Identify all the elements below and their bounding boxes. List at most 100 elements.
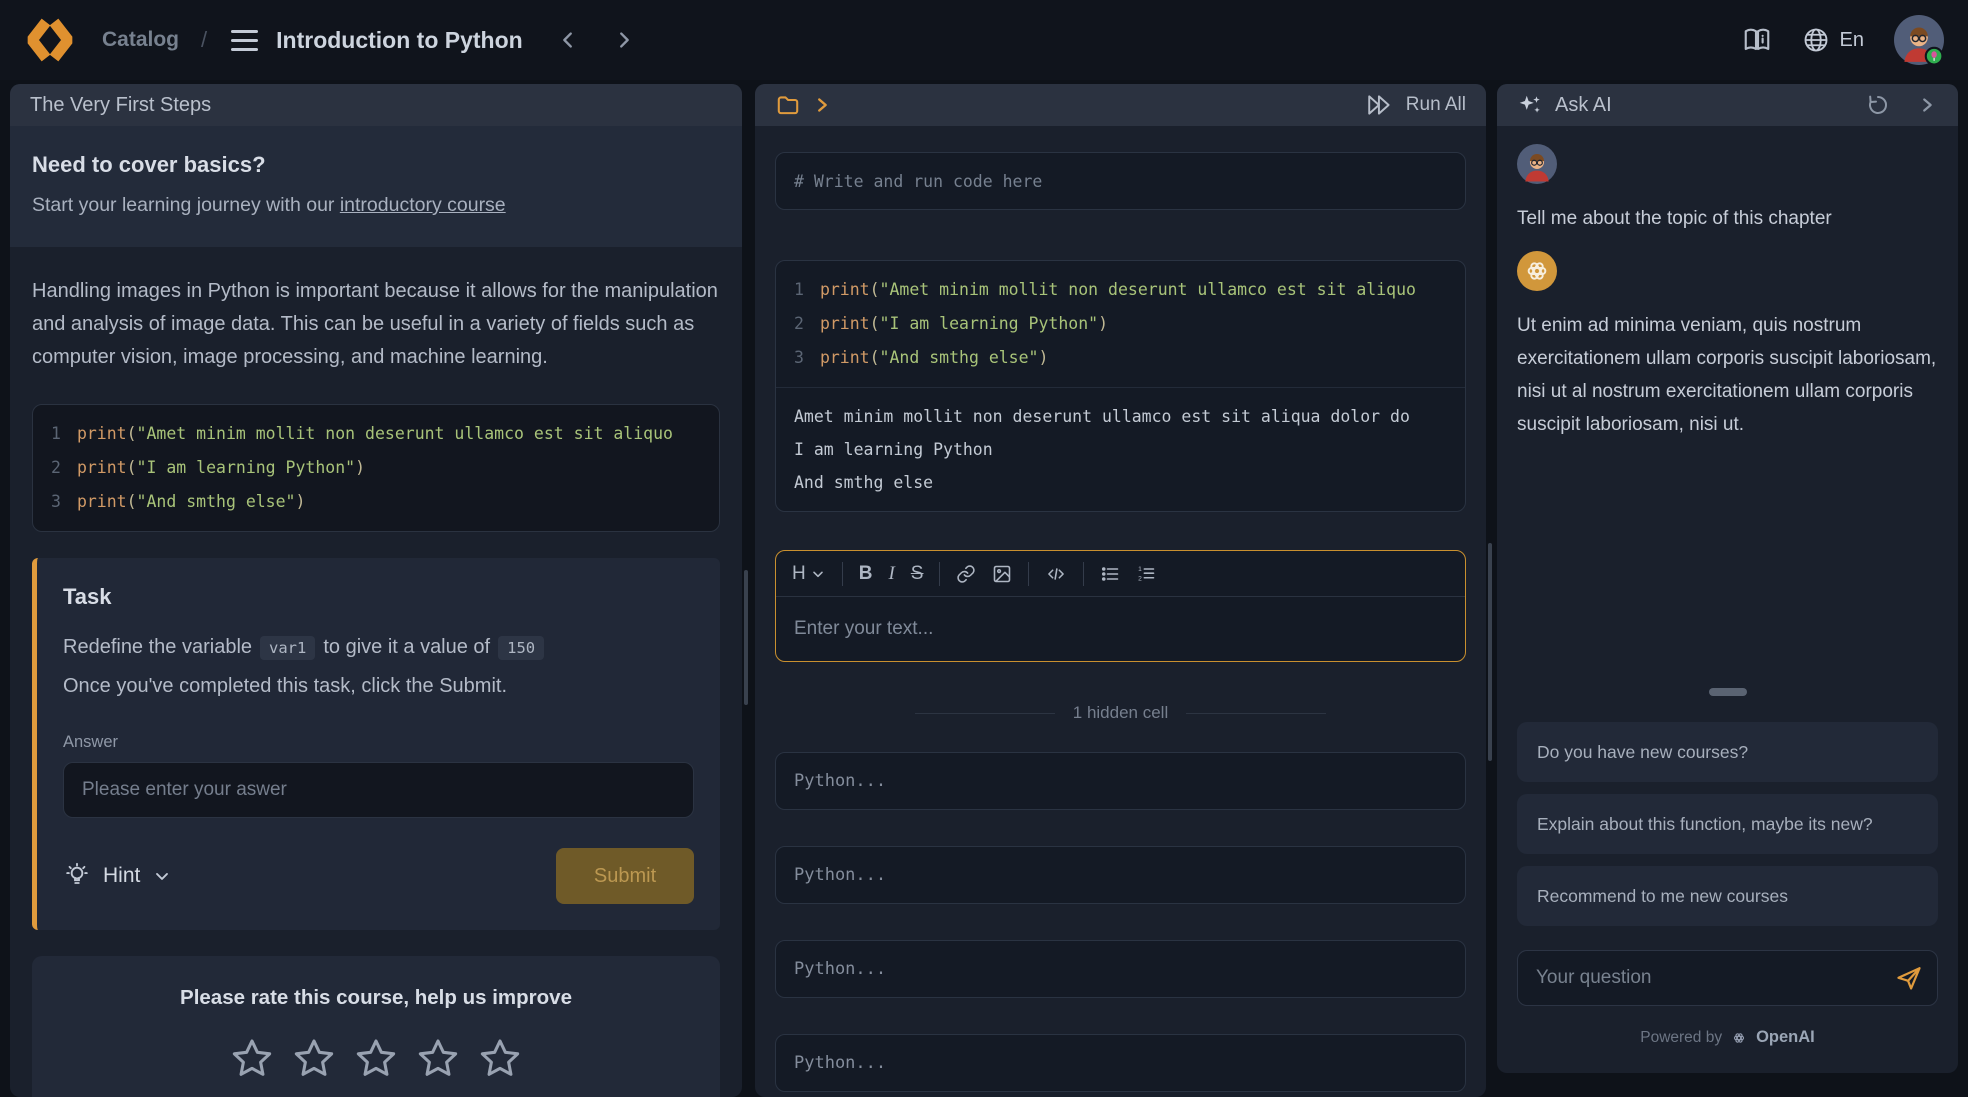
toolbar-divider <box>842 562 843 586</box>
course-title: Introduction to Python <box>276 27 523 54</box>
code-editor-area[interactable]: 1print("Amet minim mollit non deserunt u… <box>776 261 1465 387</box>
breadcrumb-catalog[interactable]: Catalog <box>102 28 179 52</box>
chat-history: Tell me about the topic of this chapter … <box>1497 126 1958 441</box>
task-text-2: Once you've completed this task, click t… <box>63 667 694 705</box>
language-label: En <box>1840 29 1864 52</box>
rating-card: Please rate this course, help us improve <box>32 956 720 1097</box>
chapters-menu-icon[interactable] <box>231 30 258 51</box>
suggestion-chip[interactable]: Explain about this function, maybe its n… <box>1517 794 1938 854</box>
editor-text-area[interactable]: Enter your text... <box>776 597 1465 661</box>
rich-text-cell: H B I S <box>775 550 1466 662</box>
collapse-panel-icon[interactable] <box>1916 94 1938 116</box>
run-all-icon <box>1366 93 1394 117</box>
executed-code-cell[interactable]: 1print("Amet minim mollit non deserunt u… <box>775 260 1466 512</box>
user-avatar[interactable] <box>1894 15 1944 65</box>
theory-panel: The Very First Steps Need to cover basic… <box>10 84 742 1097</box>
expand-files-icon[interactable] <box>811 94 833 116</box>
output-line: And smthg else <box>794 466 1447 499</box>
lightbulb-icon <box>63 862 91 890</box>
hidden-cells-label: 1 hidden cell <box>1073 703 1168 723</box>
answer-input[interactable] <box>63 762 694 818</box>
ask-ai-panel: Ask AI <box>1497 84 1958 1073</box>
suggestion-chip[interactable]: Recommend to me new courses <box>1517 866 1938 926</box>
cell-output-area: Amet minim mollit non deserunt ullamco e… <box>776 387 1465 511</box>
task-title: Task <box>63 584 694 610</box>
numbered-list-button[interactable]: 1 2 <box>1136 564 1156 584</box>
app: Catalog / Introduction to Python <box>0 0 1968 1097</box>
notebook-panel: Run All # Write and run code here 1print… <box>755 84 1486 1097</box>
numbered-list-icon: 1 2 <box>1136 564 1156 584</box>
hidden-cells-divider[interactable]: 1 hidden cell <box>775 702 1466 724</box>
heading-button[interactable]: H <box>792 563 826 585</box>
basics-heading: Need to cover basics? <box>32 152 720 178</box>
code-line: 1print("Amet minim mollit non deserunt u… <box>51 417 701 451</box>
link-icon <box>956 564 976 584</box>
globe-icon <box>1802 26 1830 54</box>
star-icon[interactable] <box>291 1036 337 1082</box>
ask-ai-header: Ask AI <box>1497 84 1958 126</box>
code-button[interactable] <box>1045 564 1067 584</box>
task-text: Redefine the variable <box>63 636 252 658</box>
chapter-title: The Very First Steps <box>30 94 211 117</box>
user-message-avatar <box>1517 144 1557 184</box>
chat-resize-handle[interactable] <box>1709 688 1747 696</box>
scratch-code-cell[interactable]: # Write and run code here <box>775 152 1466 210</box>
chevron-down-icon <box>810 566 826 582</box>
bold-button[interactable]: B <box>859 563 873 585</box>
star-icon[interactable] <box>415 1036 461 1082</box>
next-chapter-icon[interactable] <box>613 29 635 51</box>
handbook-icon[interactable] <box>1742 25 1772 55</box>
notebook-cells: # Write and run code here 1print("Amet m… <box>755 126 1486 1097</box>
toolbar-divider <box>939 562 940 586</box>
run-all-button[interactable]: Run All <box>1366 93 1466 117</box>
empty-python-cells: Python... Python... Python... Python... <box>775 752 1466 1092</box>
bullet-list-button[interactable] <box>1100 564 1120 584</box>
question-bar <box>1517 950 1938 1006</box>
code-line: 1print("Amet minim mollit non deserunt u… <box>794 273 1447 307</box>
star-icon[interactable] <box>477 1036 523 1082</box>
toolbar-divider <box>1028 562 1029 586</box>
language-switcher[interactable]: En <box>1802 26 1864 54</box>
suggestion-chips: Do you have new courses? Explain about th… <box>1517 722 1938 926</box>
code-line: 2print("I am learning Python") <box>794 307 1447 341</box>
image-button[interactable] <box>992 564 1012 584</box>
task-card: Task Redefine the variablevar1to give it… <box>32 558 720 930</box>
value-chip: 150 <box>498 636 544 660</box>
editor-toolbar: H B I S <box>776 551 1465 597</box>
files-folder-icon[interactable] <box>775 92 801 118</box>
strikethrough-button[interactable]: S <box>911 563 924 585</box>
openai-logo-icon <box>1730 1029 1748 1047</box>
python-cell-placeholder[interactable]: Python... <box>775 940 1466 998</box>
theory-scrollbar[interactable] <box>744 570 748 705</box>
submit-button[interactable]: Submit <box>556 848 694 904</box>
output-line: I am learning Python <box>794 433 1447 466</box>
link-button[interactable] <box>956 564 976 584</box>
introductory-course-link[interactable]: introductory course <box>340 194 506 216</box>
question-input[interactable] <box>1536 967 1895 989</box>
basics-banner: Need to cover basics? Start your learnin… <box>10 126 742 247</box>
lesson-code-block[interactable]: 1print("Amet minim mollit non deserunt u… <box>32 404 720 532</box>
scratch-placeholder: # Write and run code here <box>794 172 1042 191</box>
python-cell-placeholder[interactable]: Python... <box>775 1034 1466 1092</box>
output-line: Amet minim mollit non deserunt ullamco e… <box>794 400 1447 433</box>
reset-chat-icon[interactable] <box>1866 93 1890 117</box>
divider-line <box>1186 713 1326 714</box>
italic-button[interactable]: I <box>888 563 894 585</box>
star-icon[interactable] <box>353 1036 399 1082</box>
python-cell-placeholder[interactable]: Python... <box>775 846 1466 904</box>
hint-button[interactable]: Hint <box>63 862 172 890</box>
rating-stars <box>52 1036 700 1082</box>
code-line: 2print("I am learning Python") <box>51 451 701 485</box>
sparkles-icon <box>1517 92 1543 118</box>
suggestion-chip[interactable]: Do you have new courses? <box>1517 722 1938 782</box>
send-icon[interactable] <box>1895 964 1923 992</box>
notebook-scrollbar[interactable] <box>1488 543 1492 761</box>
prev-chapter-icon[interactable] <box>557 29 579 51</box>
python-cell-placeholder[interactable]: Python... <box>775 752 1466 810</box>
user-message: Tell me about the topic of this chapter <box>1517 202 1938 235</box>
ai-message: Ut enim ad minima veniam, quis nostrum e… <box>1517 309 1938 441</box>
brand-logo-icon[interactable] <box>24 14 76 66</box>
notebook-header: Run All <box>755 84 1486 126</box>
chevron-down-icon <box>152 866 172 886</box>
star-icon[interactable] <box>229 1036 275 1082</box>
